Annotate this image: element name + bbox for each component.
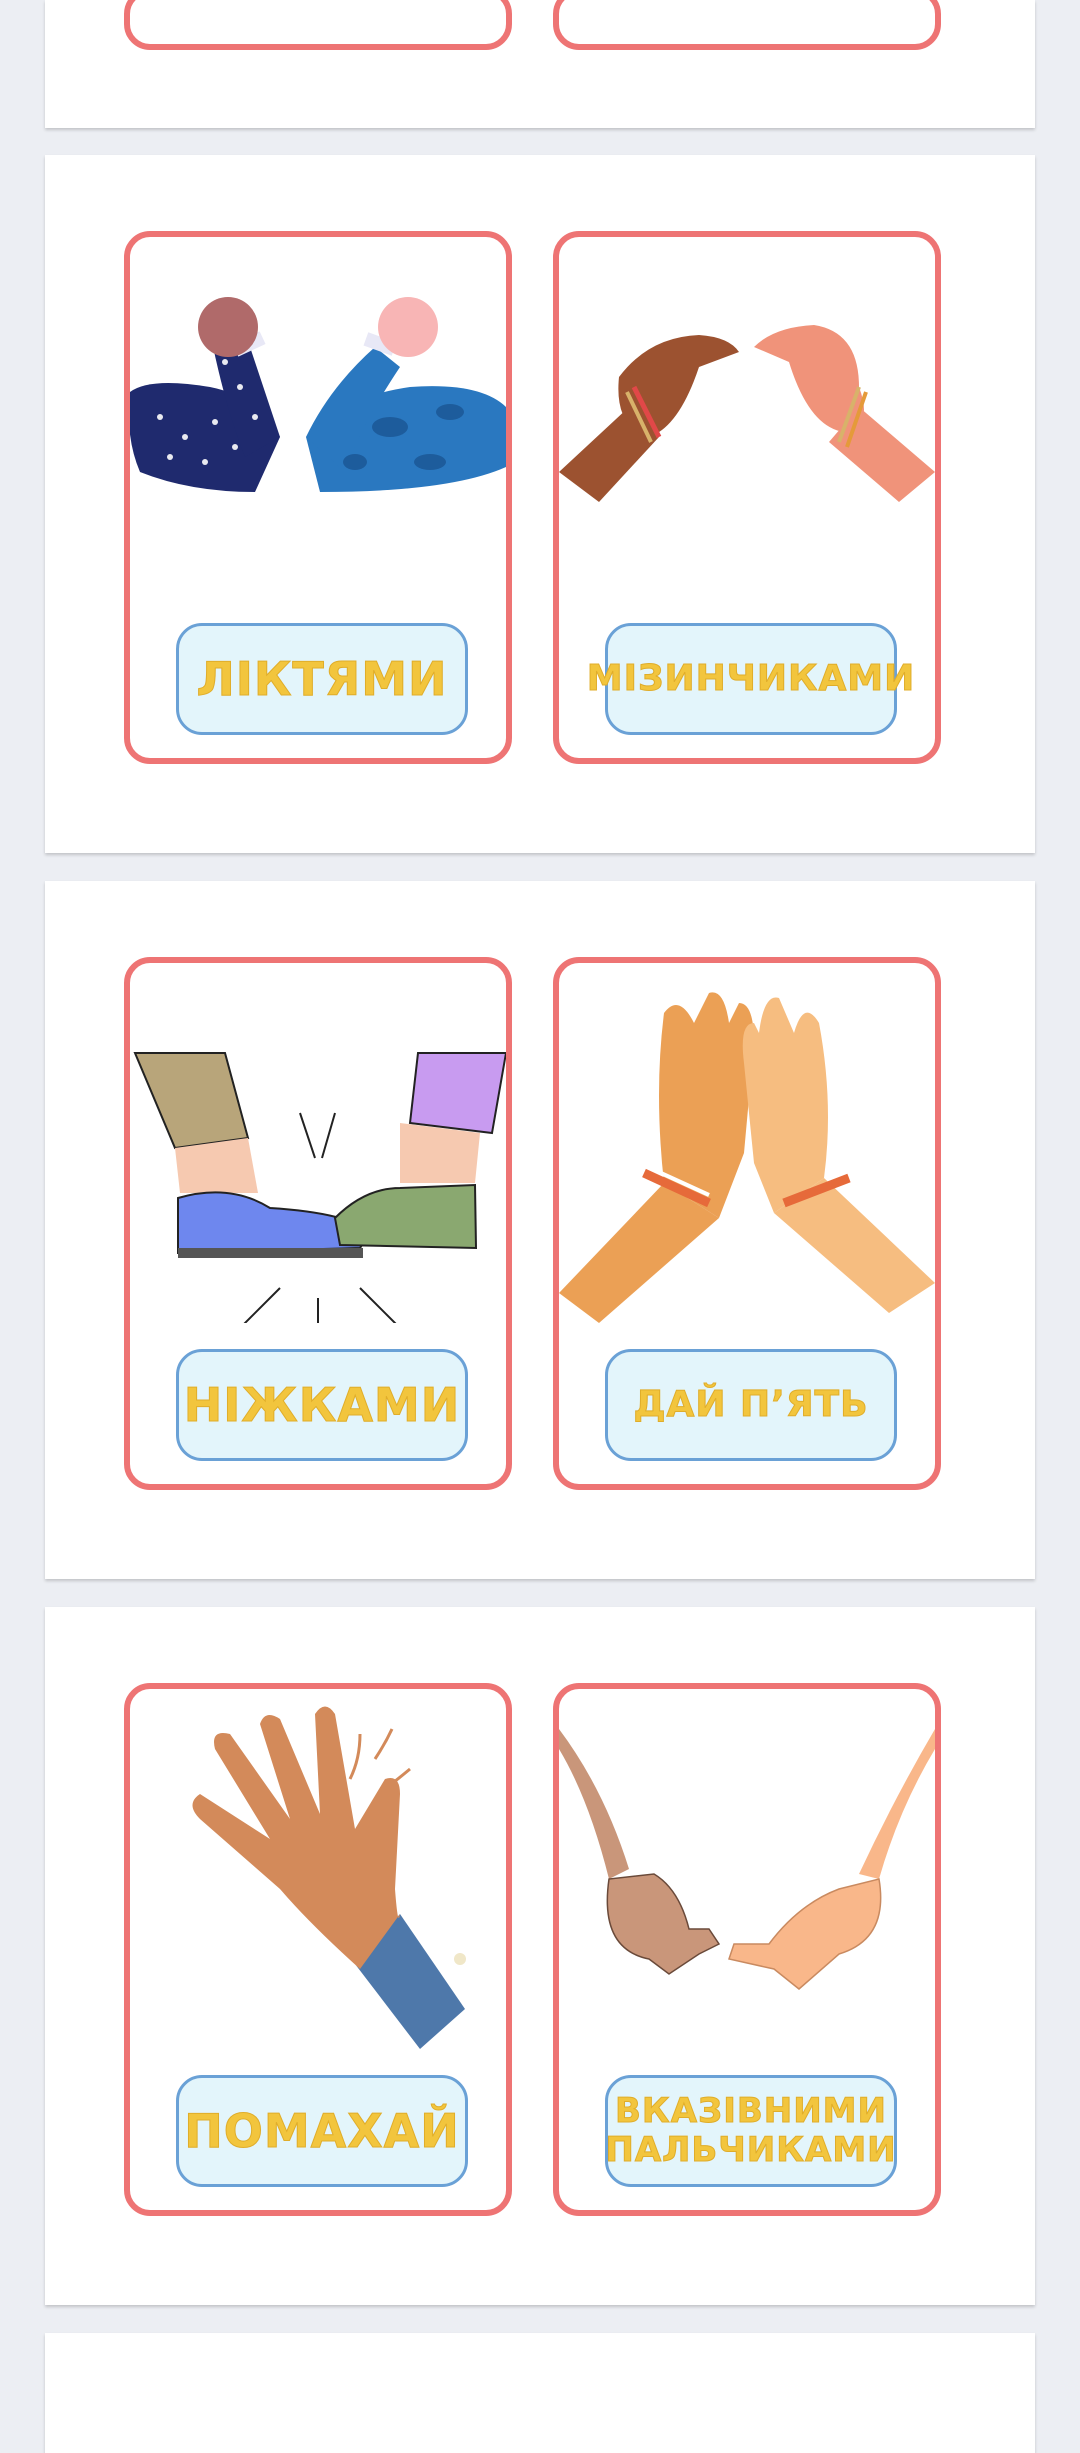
card-high-five: ДАЙ П’ЯТЬ (553, 957, 941, 1490)
card-elbows: ЛІКТЯМИ (124, 231, 512, 764)
card-pinkies: МІЗИНЧИКАМИ (553, 231, 941, 764)
card-label: НІЖКАМИ (176, 1349, 468, 1461)
elbows-icon (130, 297, 506, 492)
card-partial-right (553, 0, 941, 50)
card-label: ДАЙ П’ЯТЬ (605, 1349, 897, 1461)
index-fingers-icon (559, 1729, 935, 1990)
card-label: ПОМАХАЙ (176, 2075, 468, 2187)
card-feet: НІЖКАМИ (124, 957, 512, 1490)
card-wave: ПОМАХАЙ (124, 1683, 512, 2216)
sheet-page-5 (45, 2333, 1035, 2453)
feet-icon (133, 1052, 506, 1323)
pinkies-icon (559, 325, 935, 502)
sheet-page-4: ПОМАХАЙ ВКАЗІВНИМИ ПАЛЬЧИКАМИ (45, 1607, 1035, 2305)
sheet-page-3: НІЖКАМИ ДАЙ П’ЯТЬ (45, 881, 1035, 1579)
card-partial-left (124, 0, 512, 50)
card-label: ВКАЗІВНИМИ ПАЛЬЧИКАМИ (605, 2075, 897, 2187)
card-index-fingers: ВКАЗІВНИМИ ПАЛЬЧИКАМИ (553, 1683, 941, 2216)
sheet-page-2: ЛІКТЯМИ МІЗИНЧИКАМИ (45, 155, 1035, 853)
sheet-page-1 (45, 0, 1035, 128)
wave-hand-icon (192, 1706, 466, 2049)
card-label: ЛІКТЯМИ (176, 623, 468, 735)
card-label: МІЗИНЧИКАМИ (586, 623, 915, 735)
high-five-icon (559, 992, 935, 1323)
